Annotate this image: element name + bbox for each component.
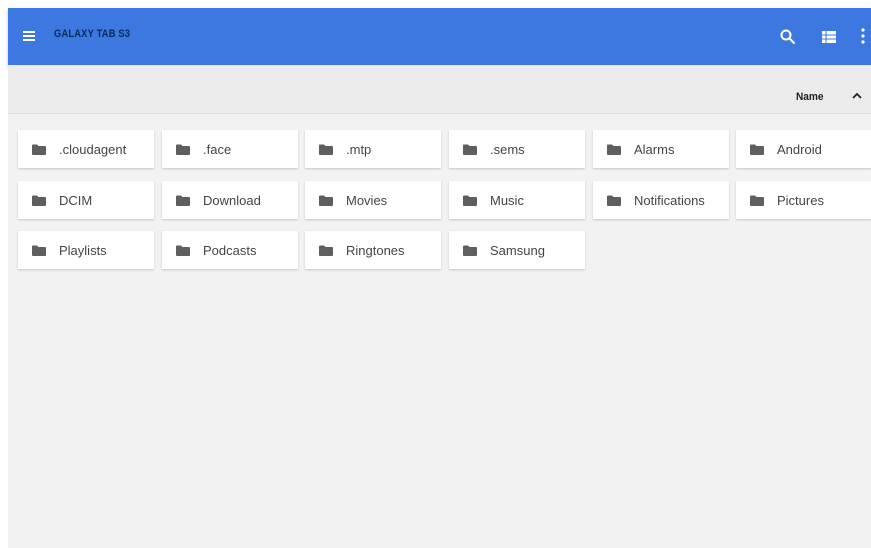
folder-icon bbox=[607, 144, 621, 155]
search-icon[interactable] bbox=[779, 28, 797, 46]
folder-label: Download bbox=[203, 193, 261, 208]
folder-icon bbox=[176, 195, 190, 206]
folder-label: Samsung bbox=[490, 243, 545, 258]
sort-bar: Name bbox=[8, 65, 871, 114]
folder-icon bbox=[32, 245, 46, 256]
folder-icon bbox=[463, 245, 477, 256]
folder-item[interactable]: .face bbox=[162, 130, 298, 168]
folder-icon bbox=[176, 245, 190, 256]
folder-item[interactable]: Samsung bbox=[449, 231, 585, 269]
app-bar: GALAXY TAB S3 bbox=[8, 8, 871, 65]
folder-label: DCIM bbox=[59, 193, 93, 208]
hamburger-menu-icon[interactable] bbox=[21, 27, 39, 45]
folder-label: Podcasts bbox=[203, 243, 257, 258]
folder-icon bbox=[319, 195, 333, 206]
folder-label: Android bbox=[777, 142, 822, 157]
folder-icon bbox=[32, 195, 46, 206]
sort-by-name-button[interactable]: Name bbox=[796, 91, 824, 103]
folder-item[interactable]: .mtp bbox=[305, 130, 441, 168]
folder-label: Alarms bbox=[634, 142, 675, 157]
folder-item[interactable]: Podcasts bbox=[162, 231, 298, 269]
folder-icon bbox=[463, 144, 477, 155]
folder-label: .cloudagent bbox=[59, 142, 127, 157]
folder-item[interactable]: Alarms bbox=[593, 130, 729, 168]
folder-item[interactable]: Playlists bbox=[18, 231, 154, 269]
folder-item[interactable]: Notifications bbox=[593, 181, 729, 219]
folder-icon bbox=[750, 144, 764, 155]
folder-item[interactable]: .cloudagent bbox=[18, 130, 154, 168]
folder-icon bbox=[319, 144, 333, 155]
folder-item[interactable]: Download bbox=[162, 181, 298, 219]
folder-icon bbox=[319, 245, 333, 256]
folder-item[interactable]: Movies bbox=[305, 181, 441, 219]
folder-item[interactable]: Ringtones bbox=[305, 231, 441, 269]
folder-label: Ringtones bbox=[346, 243, 405, 258]
folder-label: Playlists bbox=[59, 243, 107, 258]
folder-item[interactable]: .sems bbox=[449, 130, 585, 168]
folder-item[interactable]: DCIM bbox=[18, 181, 154, 219]
folder-icon bbox=[176, 144, 190, 155]
folder-icon bbox=[607, 195, 621, 206]
folder-label: Pictures bbox=[777, 193, 824, 208]
folder-icon bbox=[463, 195, 477, 206]
folder-item[interactable]: Pictures bbox=[736, 181, 871, 219]
folder-label: Music bbox=[490, 193, 524, 208]
folder-label: Notifications bbox=[634, 193, 705, 208]
app-title: GALAXY TAB S3 bbox=[54, 28, 131, 40]
folder-icon bbox=[32, 144, 46, 155]
folder-label: .mtp bbox=[346, 142, 372, 157]
list-view-icon[interactable] bbox=[820, 28, 838, 46]
folder-item[interactable]: Android bbox=[736, 130, 871, 168]
folder-label: .sems bbox=[490, 142, 525, 157]
folder-label: .face bbox=[203, 142, 232, 157]
chevron-up-icon[interactable] bbox=[850, 89, 864, 103]
folder-item[interactable]: Music bbox=[449, 181, 585, 219]
file-browser: GALAXY TAB S3 Name .cloudagent .face .mtp.… bbox=[8, 8, 871, 548]
folder-label: Movies bbox=[346, 193, 388, 208]
more-vert-icon[interactable] bbox=[857, 26, 869, 46]
folder-icon bbox=[750, 195, 764, 206]
